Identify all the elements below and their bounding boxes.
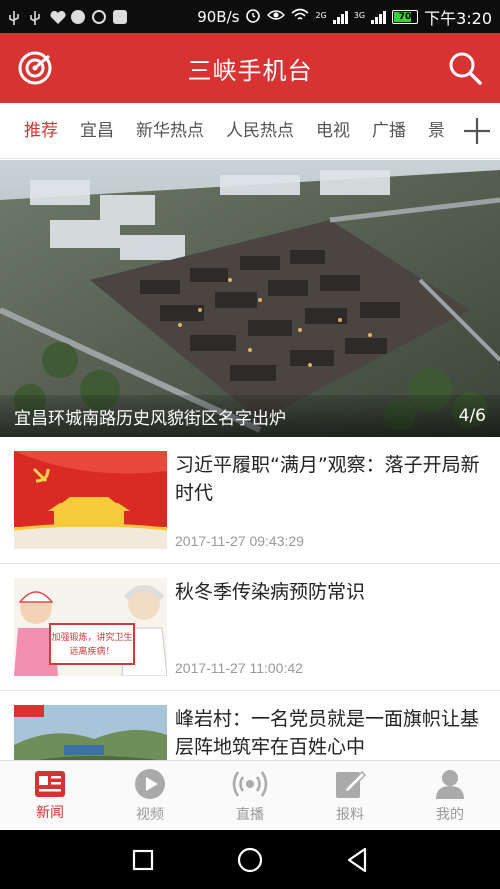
back-button[interactable] — [337, 840, 377, 880]
triangle-back-icon — [347, 847, 366, 872]
nav-profile[interactable]: 我的 — [400, 761, 500, 830]
message-icon — [71, 9, 85, 24]
notification-icons — [8, 9, 127, 25]
nav-live[interactable]: 直播 — [200, 761, 300, 830]
news-title: 习近平履职“满月”观察：落子开局新时代 — [175, 454, 480, 504]
alarm-icon — [245, 7, 261, 27]
poster-line-1: 加强锻炼，讲究卫生 — [51, 631, 132, 643]
tab-xinhua-hot[interactable]: 新华热点 — [122, 103, 212, 158]
news-timestamp: 2017-11-27 11:00:42 — [175, 660, 303, 676]
category-tabs: 推荐 宜昌 新华热点 人民热点 电视 广播 景 — [0, 103, 500, 159]
tab-radio[interactable]: 广播 — [358, 103, 414, 158]
circle-icon — [237, 847, 263, 872]
tab-people-hot[interactable]: 人民热点 — [212, 103, 302, 158]
app-notification-icon — [113, 9, 127, 24]
nav-label: 视频 — [136, 806, 164, 823]
nav-label: 新闻 — [36, 804, 64, 821]
banner-title: 宜昌环城南路历史风貌街区名字出炉 — [14, 408, 286, 429]
nav-label: 直播 — [236, 806, 264, 823]
nav-video[interactable]: 视频 — [100, 761, 200, 830]
poster-line-2: 远离疾病！ — [69, 645, 114, 657]
recents-button[interactable] — [123, 840, 163, 880]
status-bar: 90B/s 2G 3G 70 下午3:20 — [0, 0, 500, 33]
edit-report-icon — [336, 770, 366, 798]
network-type-1: 2G — [315, 10, 327, 20]
signal-icon — [371, 10, 387, 24]
bottom-navigation: 新闻 视频 直播 报料 我的 — [0, 760, 500, 830]
news-thumbnail — [14, 451, 167, 549]
app-header: 三峡手机台 — [0, 33, 500, 103]
nav-news[interactable]: 新闻 — [0, 761, 100, 830]
system-navigation-bar — [0, 830, 500, 889]
broadcast-icon — [232, 770, 268, 797]
news-title: 秋冬季传染病预防常识 — [175, 581, 366, 603]
search-icon — [449, 52, 482, 85]
banner-carousel[interactable]: 宜昌环城南路历史风貌街区名字出炉 4/6 — [0, 160, 500, 437]
tab-tv[interactable]: 电视 — [302, 103, 358, 158]
news-item[interactable]: 加强锻炼，讲究卫生 远离疾病！ 秋冬季传染病预防常识 2017-11-27 11… — [0, 564, 500, 691]
signal-icon — [332, 10, 348, 24]
video-play-icon — [135, 768, 165, 799]
news-title: 峰岩村：一名党员就是一面旗帜让基层阵地筑牢在百姓心中 — [175, 708, 480, 758]
app-title: 三峡手机台 — [187, 56, 313, 85]
news-thumbnail: 加强锻炼，讲究卫生 远离疾病！ — [14, 578, 167, 676]
banner-page-indicator: 4/6 — [458, 406, 486, 426]
app-notification-icon — [92, 9, 106, 24]
live-radar-button[interactable] — [0, 33, 70, 103]
plus-icon — [464, 118, 490, 144]
wifi-icon — [291, 7, 309, 26]
heart-rate-icon — [50, 10, 66, 24]
network-type-2: 3G — [353, 10, 366, 20]
clock: 下午3:20 — [424, 8, 492, 28]
add-tab-button[interactable] — [440, 103, 500, 158]
tab-yichang[interactable]: 宜昌 — [66, 103, 122, 158]
tab-recommend[interactable]: 推荐 — [0, 103, 66, 158]
banner-caption: 宜昌环城南路历史风貌街区名字出炉 4/6 — [0, 395, 500, 437]
usb-icon — [29, 10, 43, 25]
news-item[interactable]: 习近平履职“满月”观察：落子开局新时代 2017-11-27 09:43:29 — [0, 437, 500, 564]
news-timestamp: 2017-11-27 09:43:29 — [175, 533, 304, 549]
network-speed: 90B/s — [197, 7, 240, 26]
user-icon — [436, 769, 464, 799]
home-button[interactable] — [230, 840, 270, 880]
live-radar-icon — [18, 51, 52, 85]
eye-icon — [267, 7, 286, 26]
square-icon — [133, 849, 154, 870]
news-icon — [35, 770, 65, 797]
nav-report[interactable]: 报料 — [300, 761, 400, 830]
battery-icon: 70 — [392, 9, 419, 24]
nav-label: 我的 — [436, 806, 464, 823]
search-button[interactable] — [430, 33, 500, 103]
nav-label: 报料 — [336, 806, 364, 823]
usb-icon — [8, 10, 22, 25]
